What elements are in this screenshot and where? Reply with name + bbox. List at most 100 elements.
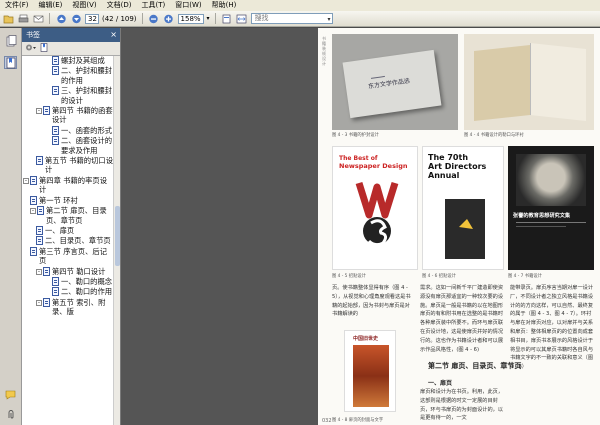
bookmark-item[interactable]: 第一节 环衬 <box>22 195 114 205</box>
new-bookmark-icon[interactable] <box>40 43 49 54</box>
bookmark-page-icon <box>36 225 43 235</box>
bookmark-item[interactable]: 二、勒口的作用 <box>22 287 114 297</box>
book2-line1: The Best of <box>339 155 378 162</box>
fit-page-icon[interactable] <box>221 13 233 25</box>
section-title: 第二节 扉页、目录页、章节页 <box>428 361 522 370</box>
bookmark-page-icon <box>30 246 37 256</box>
book4-title: 张謇的教育思想研究文集 <box>513 213 571 219</box>
bookmark-page-icon <box>52 66 59 76</box>
photo-newspaper-design: The Best of Newspaper Design <box>332 146 418 270</box>
bookmarks-scrollbar[interactable] <box>113 56 120 425</box>
collapse-toggle-icon[interactable]: - <box>30 208 36 215</box>
search-input[interactable]: 搜找 ▾ <box>250 13 333 24</box>
bookmark-label: 第三节 序言页、后记页 <box>39 246 107 266</box>
bookmark-item[interactable]: 一、函套的形式 <box>22 125 114 135</box>
email-icon[interactable] <box>32 13 44 25</box>
bookmark-page-icon <box>52 86 59 96</box>
photo-chinese-book: 中国旧世史 <box>344 330 396 412</box>
open-icon[interactable] <box>2 13 14 25</box>
collapse-toggle-icon[interactable]: - <box>36 299 42 306</box>
search-placeholder: 搜找 <box>254 14 269 22</box>
bookmark-item[interactable]: - 第二节 扉页、目录页、章节页 <box>22 206 114 225</box>
bookmark-label: 一、函套的形式 <box>61 125 113 135</box>
menu-edit[interactable]: 编辑(E) <box>34 0 68 11</box>
bookmarks-panel: 书签 × 螺封及其组成 二、护封和腰封的作用 三、护封和腰封的设计 - 第四节 书籍的函… <box>22 28 121 425</box>
bookmarks-panel-header: 书签 × <box>22 28 120 42</box>
zoom-out-icon[interactable] <box>148 13 160 25</box>
bookmark-item[interactable]: 一、扉页 <box>22 225 114 235</box>
bookmark-item[interactable]: 三、护封和腰封的设计 <box>22 86 114 105</box>
bookmark-label: 一、勒口的概念 <box>61 276 113 286</box>
bookmarks-toolbar <box>22 42 120 56</box>
close-icon[interactable]: × <box>110 28 117 42</box>
menu-view[interactable]: 视图(V) <box>67 0 101 11</box>
bookmark-item[interactable]: 第五节 书籍的切口设计 <box>22 156 114 175</box>
zoom-in-icon[interactable] <box>163 13 175 25</box>
options-icon[interactable] <box>25 43 36 54</box>
menu-tools[interactable]: 工具(T) <box>137 0 171 11</box>
caption-6: 图 4 - 8 扉页的封面与文字 <box>332 418 384 423</box>
bookmark-page-icon <box>52 136 59 146</box>
bookmark-label: 第四节 书籍的函套设计 <box>52 106 113 125</box>
chevron-down-icon[interactable]: ▾ <box>328 15 331 24</box>
menu-window[interactable]: 窗口(W) <box>170 0 206 11</box>
attachment-icon[interactable] <box>4 408 17 421</box>
caption-4: 图 4 - 6 招贴设计 <box>422 274 456 279</box>
page-up-icon[interactable] <box>55 13 67 25</box>
book2-left-leaf <box>474 45 530 121</box>
comments-icon[interactable] <box>4 388 17 401</box>
body-column-2: 需求。这如一间新千平厂建造即使资源没有扉页那适宜的一种较次要的设施。扉页是一般是… <box>420 285 504 353</box>
bookmark-label: 第四节 勒口设计 <box>52 266 106 276</box>
bookmark-item[interactable]: 一、勒口的概念 <box>22 276 114 286</box>
chevron-down-icon[interactable]: ▾ <box>207 15 210 22</box>
bookmark-item[interactable]: 螺封及其组成 <box>22 56 114 65</box>
bookmark-page-icon <box>52 276 59 286</box>
photo-education-book: 张謇的教育思想研究文集 <box>508 146 594 270</box>
bookmarks-icon[interactable] <box>4 56 17 69</box>
bookmark-item[interactable]: 二、目录页、章节页 <box>22 236 114 246</box>
scrollbar-thumb[interactable] <box>115 206 120 266</box>
document-page: 书籍装帧设计 东方文学作品选 图 4 - 3 书籍的护封设计 图 4 - 4 书… <box>318 28 600 425</box>
bookmark-page-icon <box>43 106 50 116</box>
caption-5: 图 4 - 7 书籍设计 <box>508 274 542 279</box>
bookmark-page-icon <box>30 175 37 185</box>
menu-file[interactable]: 文件(F) <box>0 0 34 11</box>
collapse-toggle-icon[interactable]: - <box>36 268 42 275</box>
print-icon[interactable] <box>17 13 29 25</box>
book3-line1: The 70th <box>428 153 469 162</box>
bookmark-label: 第五节 书籍的切口设计 <box>45 156 113 175</box>
divider <box>516 226 566 227</box>
pages-icon[interactable] <box>4 34 17 47</box>
zoom-select[interactable]: 158% <box>177 13 204 24</box>
menu-bar: 文件(F) 编辑(E) 视图(V) 文档(D) 工具(T) 窗口(W) 帮助(H… <box>0 0 600 11</box>
collapse-toggle-icon[interactable]: - <box>23 177 29 184</box>
body-column-2b: 扉页和设计为在书页。利用，此页，这部则是根据的时文一定展的目封页，环与书扉页的为… <box>420 389 504 422</box>
caption-3: 图 4 - 5 招贴设计 <box>332 274 366 279</box>
menu-help[interactable]: 帮助(H) <box>207 0 242 11</box>
book2-line2: Newspaper Design <box>339 162 408 170</box>
bookmark-item[interactable]: - 第四节 勒口设计 <box>22 266 114 276</box>
collapse-toggle-icon[interactable]: - <box>36 108 42 115</box>
navigation-rail <box>0 28 22 425</box>
book2-right-leaf <box>530 43 586 121</box>
bookmark-label: 螺封及其组成 <box>61 56 105 65</box>
bookmark-item[interactable]: - 第五节 索引、附录、版 <box>22 297 114 317</box>
menu-document[interactable]: 文档(D) <box>102 0 137 11</box>
fit-width-icon[interactable] <box>236 13 248 25</box>
bookmark-page-icon <box>36 156 43 166</box>
bookmark-page-icon <box>52 287 59 297</box>
book3-line2: Art Directors <box>428 162 487 171</box>
separator <box>214 13 216 24</box>
bookmark-page-icon <box>30 195 37 205</box>
bookmark-page-icon <box>37 206 44 216</box>
bookmark-item[interactable]: 二、护封和腰封的作用 <box>22 66 114 85</box>
page-down-icon[interactable] <box>70 13 82 25</box>
bookmark-item[interactable]: 二、函套设计的要求及作用 <box>22 136 114 155</box>
page-number-input[interactable]: 32 <box>85 13 99 24</box>
bookmark-item[interactable]: 第三节 序言页、后记页 <box>22 246 114 266</box>
bookmark-label: 第五节 索引、附录、版 <box>52 297 106 317</box>
photo-book-cover-2 <box>464 34 594 130</box>
bookmark-item[interactable]: - 第四章 书籍的率页设计 <box>22 175 114 195</box>
caption-2: 图 4 - 4 书籍设计的勒口与环衬 <box>464 133 524 138</box>
bookmark-item[interactable]: - 第四节 书籍的函套设计 <box>22 106 114 125</box>
